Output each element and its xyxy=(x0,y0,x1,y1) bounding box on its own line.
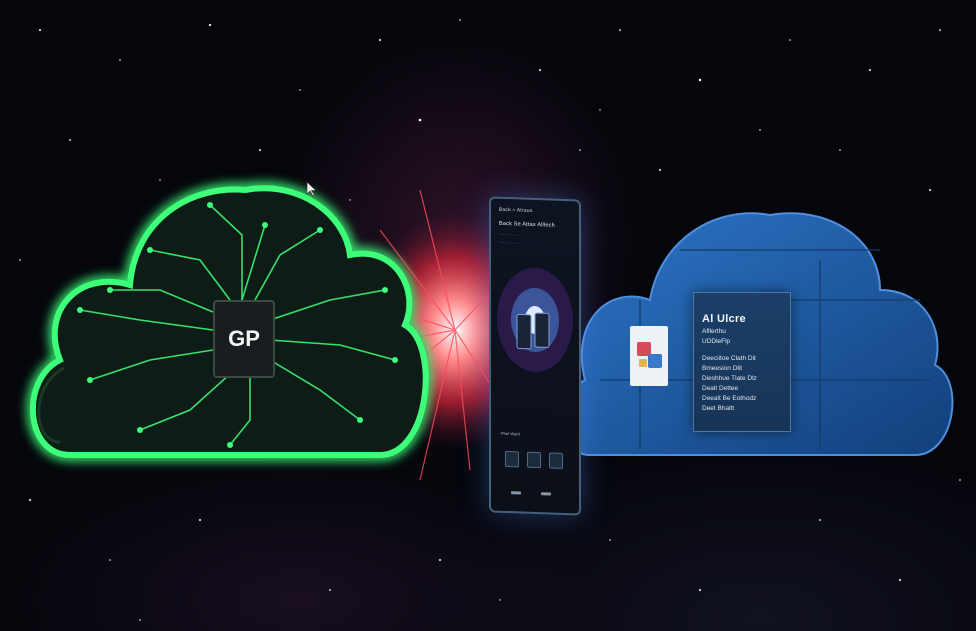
info-panel: Al Ulcre Afllerthu UDDleFlp Deeciitoe Cl… xyxy=(693,292,791,432)
panel-row-5: Deealt Be Eothodz xyxy=(702,395,757,402)
phone-section-label: Phet Ward xyxy=(501,430,520,437)
panel-sub-1: Afllerthu xyxy=(702,328,726,335)
space-scene: GP Back ≈ Atraux Back Se Attax Alllech .… xyxy=(0,0,976,631)
app-tile[interactable] xyxy=(505,450,519,468)
app-tile[interactable] xyxy=(527,451,541,469)
panel-row-2: Bmeesion Dlit xyxy=(702,365,743,372)
gpu-chip-label: GP xyxy=(228,326,260,351)
phone-app-row xyxy=(505,450,565,469)
panel-row-3: Dieshhue Tlate Dlz xyxy=(702,375,757,382)
phone-device: Back ≈ Atraux Back Se Attax Alllech ....… xyxy=(489,196,581,516)
app-icon-card xyxy=(630,326,668,386)
phone-header: Back ≈ Atraux xyxy=(499,206,533,214)
gpu-chip: GP xyxy=(213,300,275,378)
nav-indicator xyxy=(511,491,521,495)
phone-line-2: ........ .... ... xyxy=(499,230,522,237)
panel-title: Al Ulcre xyxy=(702,313,746,325)
panel-row-6: Deet Bhaltt xyxy=(702,405,735,412)
panel-row-1: Deeciitoe Clath Dit xyxy=(702,355,756,362)
phone-nebula-image xyxy=(497,267,573,373)
app-grid-icon xyxy=(637,342,662,368)
scene-artwork xyxy=(19,19,961,621)
app-tile[interactable] xyxy=(549,452,563,469)
nav-indicator xyxy=(541,492,551,496)
phone-line-3: .... .......... xyxy=(499,238,519,245)
panel-sub-2: UDDleFlp xyxy=(702,338,731,345)
panel-row-4: Dealt Dettee xyxy=(702,385,739,392)
phone-line-1: Back Se Attax Alllech xyxy=(499,220,555,229)
